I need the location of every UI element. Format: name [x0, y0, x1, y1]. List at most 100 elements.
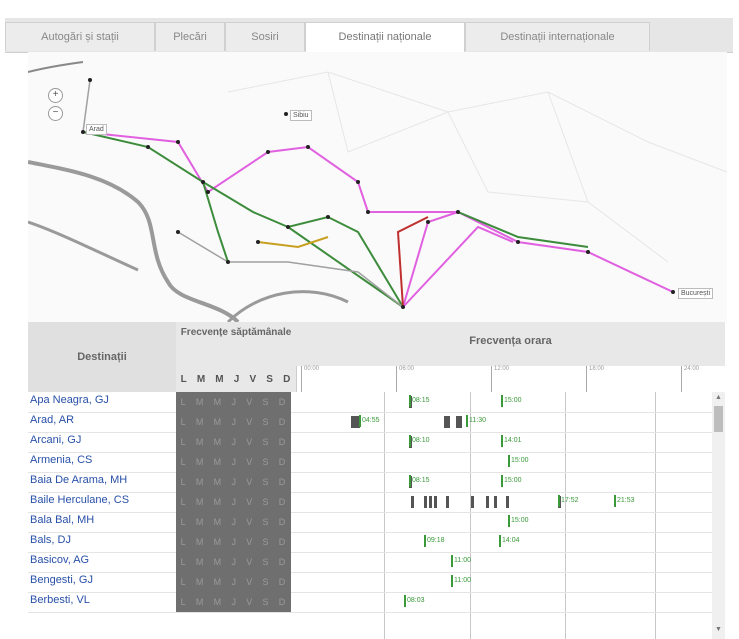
scroll-down-icon[interactable]: ▼ — [715, 626, 722, 633]
departure-time[interactable]: 14:04 — [499, 535, 520, 547]
day-cell: V — [246, 497, 254, 507]
departure-time[interactable]: 21:53 — [614, 495, 635, 507]
destination-link[interactable]: Bengesti, GJ — [30, 574, 174, 586]
zoom-in-button[interactable]: + — [48, 88, 63, 103]
departure-time[interactable]: 14:01 — [501, 435, 522, 447]
destination-link[interactable]: Bala Bal, MH — [30, 514, 174, 526]
table-header: Destinații Frecvențe săptămânale L M M J… — [28, 322, 726, 392]
departure-time[interactable]: 08:03 — [404, 595, 425, 607]
day-j: J — [233, 373, 241, 385]
day-cell: J — [231, 397, 237, 407]
day-cell: V — [246, 577, 254, 587]
departure-time[interactable]: 17:52 — [558, 495, 579, 507]
day-cell: L — [180, 397, 187, 407]
table-row[interactable]: Apa Neagra, GJ L M M J V S D 08:15 15:00 — [28, 392, 712, 413]
day-m2: M — [215, 373, 225, 385]
day-cell: V — [246, 437, 254, 447]
table-row[interactable]: Arcani, GJ L M M J V S D 08:10 14:01 — [28, 432, 712, 453]
day-cell: S — [262, 457, 270, 467]
departure-mark — [446, 496, 449, 508]
weekly-days: LMMJVSD — [176, 552, 291, 572]
day-cell: S — [262, 577, 270, 587]
destination-link[interactable]: Basicov, AG — [30, 554, 174, 566]
departure-time[interactable]: 04:55 — [359, 415, 380, 427]
weekly-days: LMMJVSD — [176, 452, 291, 472]
header-destinatii[interactable]: Destinații — [28, 322, 176, 392]
table-row[interactable]: Bala Bal, MH L M M J V S D 15:00 — [28, 512, 712, 533]
departure-time[interactable]: 15:00 — [508, 515, 529, 527]
departure-mark — [494, 496, 497, 508]
departure-mark — [434, 496, 437, 508]
departure-time[interactable]: 11:30 — [466, 415, 486, 427]
day-cell: L — [180, 477, 187, 487]
table-row[interactable]: Bengesti, GJ L M M J V S D 11:00 — [28, 572, 712, 593]
departure-mark — [447, 416, 450, 428]
day-cell: V — [246, 537, 254, 547]
day-cell: S — [262, 397, 270, 407]
tab-autogari[interactable]: Autogări și stații — [5, 22, 155, 51]
departure-time[interactable]: 11:00 — [451, 575, 471, 587]
departure-time[interactable]: 09:18 — [424, 535, 445, 547]
day-cell: L — [180, 417, 187, 427]
day-l: L — [180, 373, 188, 385]
destination-link[interactable]: Baia De Arama, MH — [30, 474, 174, 486]
tab-sosiri[interactable]: Sosiri — [225, 22, 305, 51]
destination-link[interactable]: Baile Herculane, CS — [30, 494, 174, 506]
scroll-up-icon[interactable]: ▲ — [715, 394, 722, 401]
scroll-thumb[interactable] — [714, 406, 723, 432]
day-cell: M — [195, 577, 205, 587]
day-cell: M — [213, 517, 223, 527]
day-cell: D — [278, 457, 287, 467]
destination-link[interactable]: Berbesti, VL — [30, 594, 174, 606]
departure-time[interactable]: 15:00 — [501, 395, 522, 407]
day-cell: L — [180, 457, 187, 467]
zoom-out-button[interactable]: − — [48, 106, 63, 121]
tab-plecari[interactable]: Plecări — [155, 22, 225, 51]
day-cell: D — [278, 517, 287, 527]
header-days: L M M J V S D — [176, 366, 296, 392]
day-cell: V — [246, 597, 254, 607]
destination-link[interactable]: Armenia, CS — [30, 454, 174, 466]
day-cell: L — [180, 517, 187, 527]
day-cell: S — [262, 477, 270, 487]
day-cell: M — [213, 497, 223, 507]
day-cell: M — [195, 417, 205, 427]
day-m1: M — [196, 373, 207, 385]
destination-link[interactable]: Apa Neagra, GJ — [30, 394, 174, 406]
day-cell: M — [195, 597, 205, 607]
table-row[interactable]: Bals, DJ L M M J V S D 09:18 14:04 — [28, 532, 712, 553]
day-cell: M — [213, 477, 223, 487]
day-cell: J — [231, 557, 237, 567]
departure-time[interactable]: 08:15 — [409, 395, 430, 407]
day-cell: M — [195, 477, 205, 487]
departure-time[interactable]: 08:10 — [409, 435, 430, 447]
day-cell: S — [262, 557, 270, 567]
day-cell: M — [213, 457, 223, 467]
departure-time[interactable]: 11:00 — [451, 555, 471, 567]
hourly-schedule: 08:10 14:01 — [296, 432, 712, 452]
hourly-schedule: 15:00 — [296, 452, 712, 472]
day-cell: L — [180, 577, 187, 587]
table-scrollbar[interactable]: ▲ ▼ — [712, 392, 725, 639]
map-label-sibiu: Sibiu — [290, 110, 312, 121]
destination-link[interactable]: Arcani, GJ — [30, 434, 174, 446]
table-row[interactable]: Armenia, CS L M M J V S D 15:00 — [28, 452, 712, 473]
tab-destinatii-internationale[interactable]: Destinații internaționale — [465, 22, 650, 51]
departure-time[interactable]: 08:15 — [409, 475, 430, 487]
table-row[interactable]: Basicov, AG L M M J V S D 11:00 — [28, 552, 712, 573]
table-row[interactable]: Arad, AR L M M J V S D 04:55 11:30 — [28, 412, 712, 433]
destination-link[interactable]: Arad, AR — [30, 414, 174, 426]
departure-time[interactable]: 15:00 — [508, 455, 529, 467]
departure-time[interactable]: 15:00 — [501, 475, 522, 487]
table-row[interactable]: Baile Herculane, CS L M M J V S D 17:52 21:53 — [28, 492, 712, 513]
hourly-schedule: 08:03 — [296, 592, 712, 612]
tab-destinatii-nationale[interactable]: Destinații naționale — [305, 22, 465, 53]
map-label-arad: Arad — [86, 124, 107, 135]
day-cell: M — [213, 537, 223, 547]
day-cell: V — [246, 397, 254, 407]
destination-link[interactable]: Bals, DJ — [30, 534, 174, 546]
table-row[interactable]: Baia De Arama, MH L M M J V S D 08:15 15:00 — [28, 472, 712, 493]
day-cell: D — [278, 437, 287, 447]
table-row[interactable]: Berbesti, VL L M M J V S D 08:03 — [28, 592, 712, 613]
route-map[interactable]: + − Arad Sibiu București — [28, 52, 727, 322]
